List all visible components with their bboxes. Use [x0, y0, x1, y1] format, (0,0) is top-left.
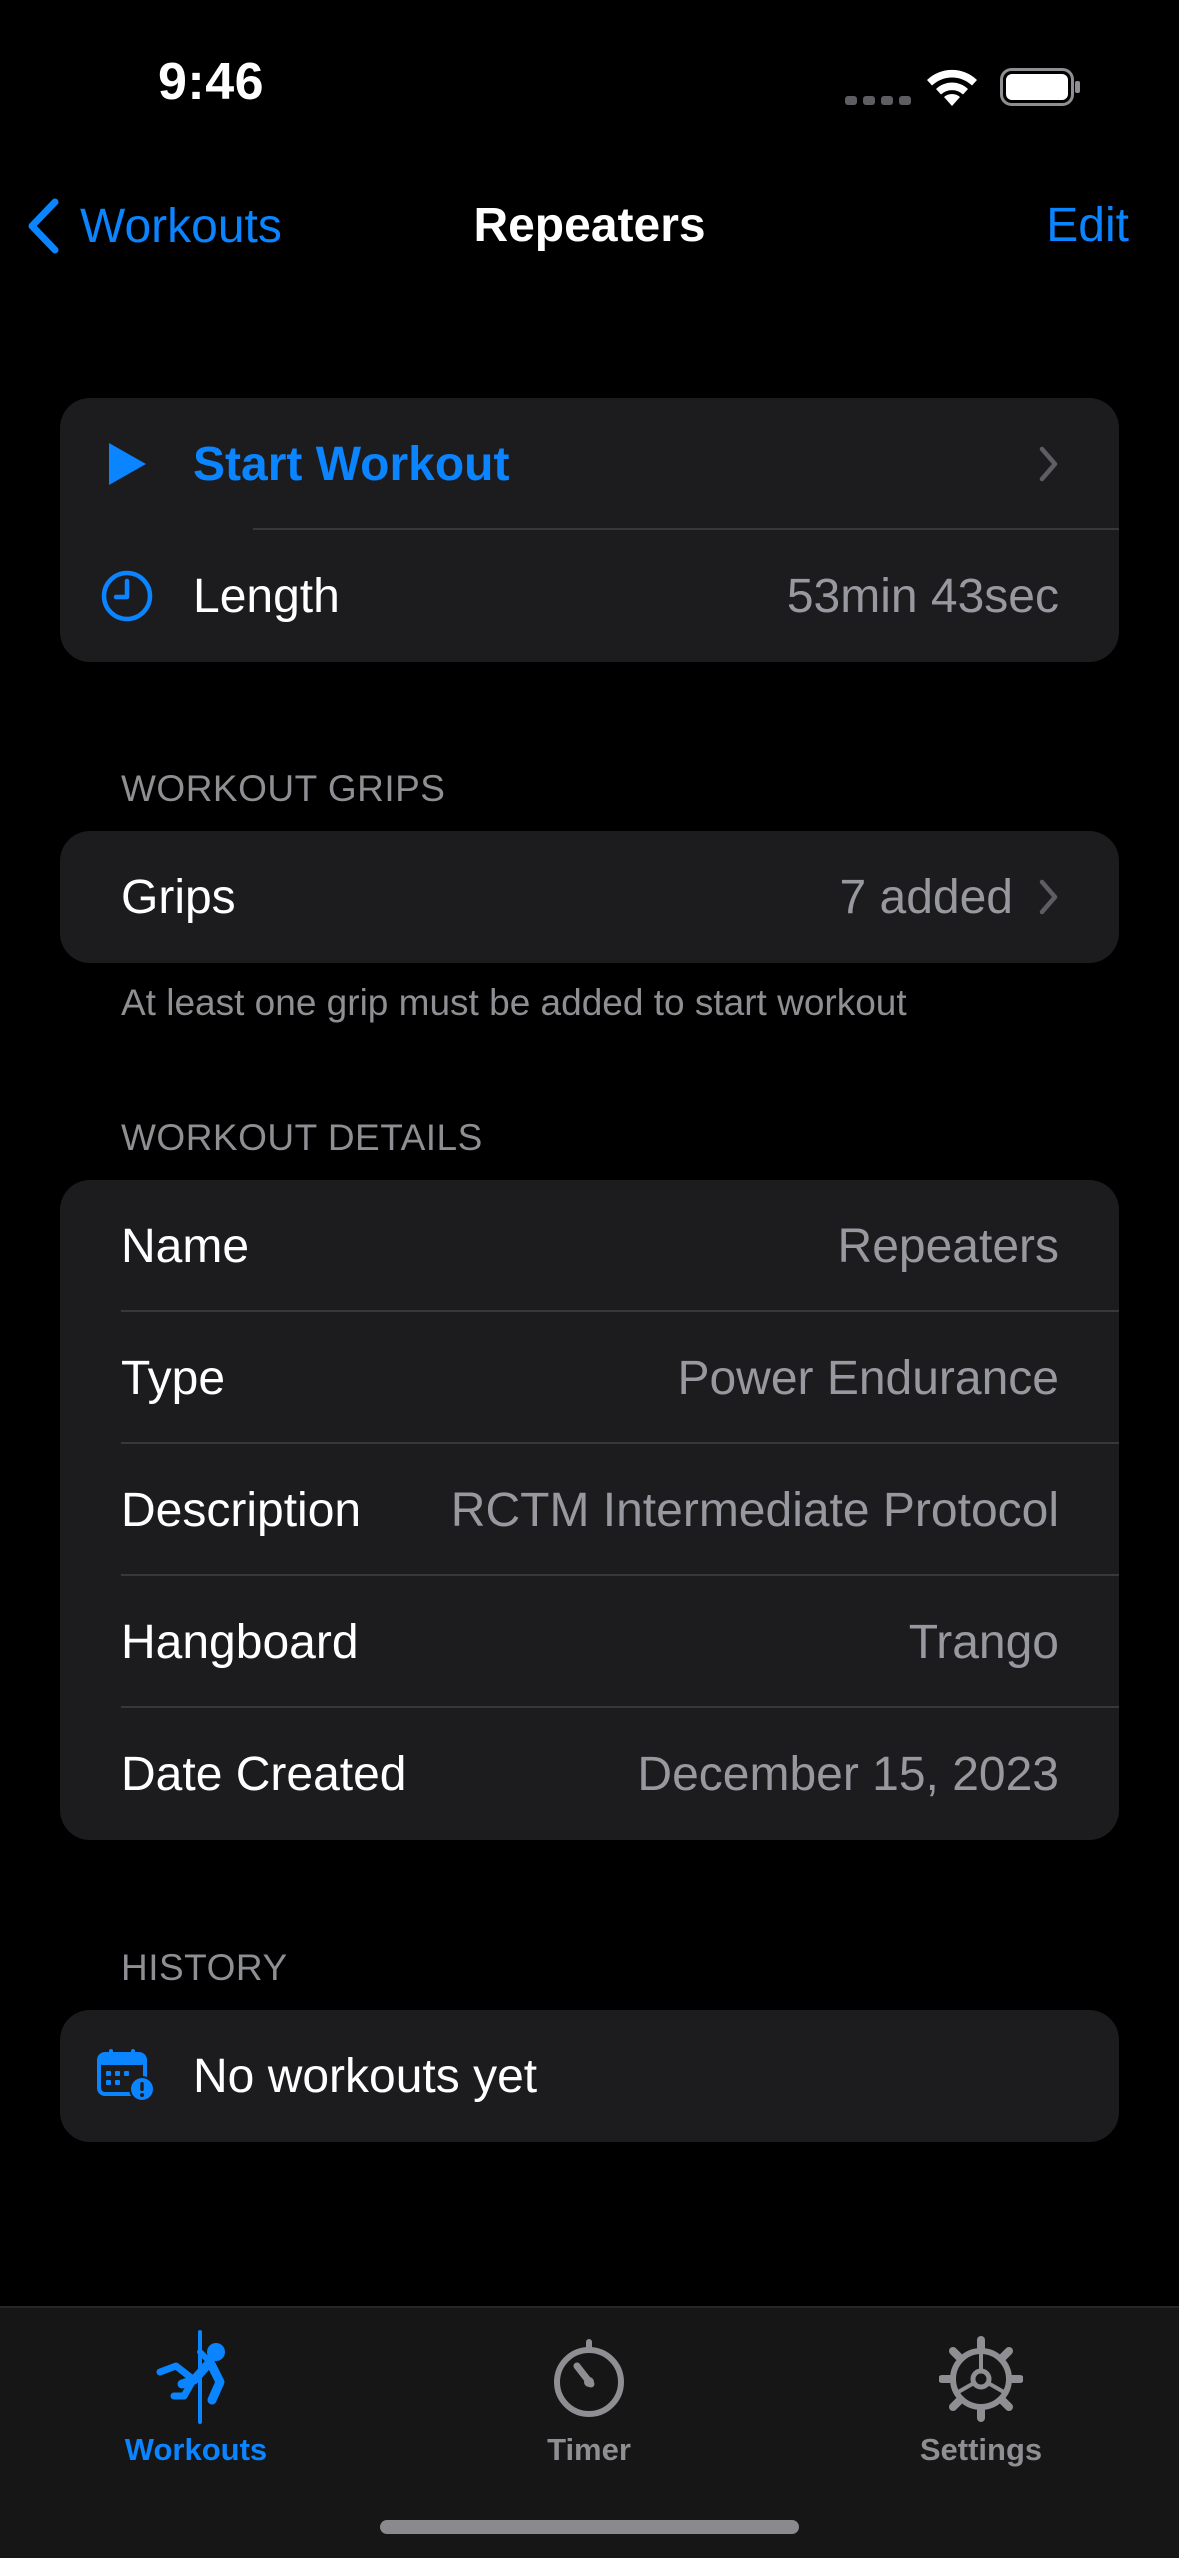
start-workout-row[interactable]: Start Workout	[60, 398, 1119, 530]
chevron-right-icon	[1039, 879, 1059, 915]
detail-row-type[interactable]: Type Power Endurance	[60, 1312, 1119, 1444]
history-section-header: HISTORY	[121, 1947, 288, 1988]
detail-label: Description	[121, 1483, 362, 1537]
climber-icon	[156, 2330, 225, 2424]
tab-label: Timer	[547, 2432, 631, 2467]
details-section-header: WORKOUT DETAILS	[121, 1117, 483, 1158]
back-button[interactable]: Workouts	[26, 196, 282, 256]
detail-label: Type	[121, 1351, 226, 1405]
detail-value: Trango	[908, 1615, 1059, 1669]
gear-icon	[939, 2336, 1023, 2422]
details-card: Name Repeaters Type Power Endurance Desc…	[60, 1180, 1119, 1840]
page-title: Repeaters	[473, 199, 706, 252]
length-row: Length 53min 43sec	[60, 530, 1119, 662]
grips-card: Grips 7 added	[60, 831, 1119, 963]
cellular-signal-icon	[845, 96, 911, 105]
history-empty-label: No workouts yet	[193, 2049, 538, 2103]
tab-label: Workouts	[124, 2432, 268, 2467]
detail-value: Repeaters	[837, 1219, 1059, 1273]
detail-label: Name	[121, 1219, 250, 1273]
play-icon	[60, 440, 193, 488]
grips-count: 7 added	[839, 870, 1013, 924]
grips-section-header: WORKOUT GRIPS	[121, 768, 446, 809]
history-card: No workouts yet	[60, 2010, 1119, 2142]
detail-value: RCTM Intermediate Protocol	[450, 1483, 1059, 1537]
workout-type-value: Power Endurance	[677, 1351, 1059, 1405]
home-indicator[interactable]	[380, 2520, 799, 2534]
length-label: Length	[193, 569, 340, 623]
length-value: 53min 43sec	[786, 569, 1059, 623]
detail-label: Date Created	[121, 1747, 407, 1801]
tab-settings[interactable]: Settings	[831, 2330, 1131, 2468]
calendar-alert-icon	[60, 2048, 193, 2104]
detail-row-name[interactable]: Name Repeaters	[60, 1180, 1119, 1312]
grips-label: Grips	[121, 870, 236, 924]
battery-icon	[1000, 68, 1080, 106]
tab-label: Settings	[919, 2432, 1043, 2467]
back-button-label: Workouts	[80, 199, 282, 253]
summary-card: Start Workout Length 53min 43sec	[60, 398, 1119, 662]
start-workout-label: Start Workout	[193, 437, 510, 491]
grips-row[interactable]: Grips 7 added	[60, 831, 1119, 963]
chevron-left-icon	[28, 198, 59, 254]
status-time: 9:46	[158, 53, 265, 111]
detail-row-description[interactable]: Description RCTM Intermediate Protocol	[60, 1444, 1119, 1576]
clock-icon	[60, 569, 193, 623]
timer-icon	[554, 2339, 624, 2417]
tab-timer[interactable]: Timer	[439, 2330, 739, 2468]
grips-footer-note: At least one grip must be added to start…	[121, 982, 907, 1023]
detail-row-hangboard[interactable]: Hangboard Trango	[60, 1576, 1119, 1708]
detail-label: Hangboard	[121, 1615, 359, 1669]
tab-workouts[interactable]: Workouts	[46, 2330, 346, 2468]
history-empty-row: No workouts yet	[60, 2010, 1119, 2142]
detail-value: December 15, 2023	[637, 1747, 1059, 1801]
edit-button[interactable]: Edit	[1046, 196, 1129, 256]
detail-row-date-created[interactable]: Date Created December 15, 2023	[60, 1708, 1119, 1840]
wifi-icon	[927, 69, 977, 106]
chevron-right-icon	[1039, 446, 1059, 482]
